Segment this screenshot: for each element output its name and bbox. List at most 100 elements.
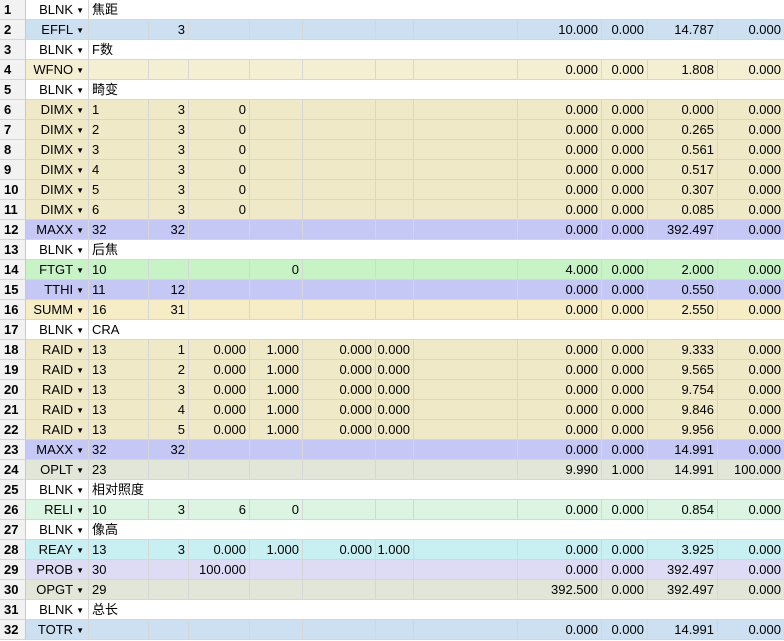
comment-cell[interactable]: 像高 (89, 520, 784, 540)
operand-cell[interactable]: 0.000 (718, 560, 784, 580)
operand-cell[interactable]: 0.000 (376, 380, 414, 400)
operand-row[interactable]: 26 RELI ▼ 10 3 6 0 0.000 0.000 0.854 0.000 (0, 500, 784, 520)
operand-cell[interactable] (250, 20, 303, 40)
operand-row[interactable]: 12 MAXX ▼ 32 32 0.000 0.000 392.497 0.000 (0, 220, 784, 240)
operand-cell[interactable]: 0.000 (602, 120, 648, 140)
operand-cell[interactable]: 3 (149, 500, 189, 520)
operand-cell[interactable] (414, 340, 518, 360)
operand-cell[interactable]: 0.000 (518, 380, 602, 400)
operand-cell[interactable]: 1.000 (250, 420, 303, 440)
operand-cell[interactable]: 0.000 (602, 560, 648, 580)
operand-cell[interactable]: 0.000 (718, 380, 784, 400)
operand-cell[interactable]: 2.550 (648, 300, 718, 320)
operand-cell[interactable]: 3 (149, 540, 189, 560)
operand-row[interactable]: 5 BLNK ▼ 畸变 (0, 80, 784, 100)
chevron-down-icon[interactable]: ▼ (76, 286, 84, 295)
operand-cell[interactable]: 32 (149, 440, 189, 460)
operand-cell[interactable] (303, 260, 376, 280)
operand-row[interactable]: 8 DIMX ▼ 3 3 0 0.000 0.000 0.561 0.000 (0, 140, 784, 160)
operand-cell[interactable] (414, 220, 518, 240)
chevron-down-icon[interactable]: ▼ (76, 6, 84, 15)
operand-cell[interactable]: 0.000 (518, 340, 602, 360)
operand-cell[interactable]: 0.000 (518, 140, 602, 160)
operand-cell[interactable] (189, 440, 250, 460)
operand-cell[interactable] (303, 180, 376, 200)
operand-cell[interactable]: 13 (89, 340, 149, 360)
operand-cell[interactable]: 0.000 (602, 300, 648, 320)
operand-cell[interactable]: 13 (89, 420, 149, 440)
operand-cell[interactable] (149, 620, 189, 640)
operand-cell[interactable] (189, 580, 250, 600)
operand-cell[interactable]: 0.000 (602, 380, 648, 400)
operand-cell[interactable]: 392.497 (648, 220, 718, 240)
operand-cell[interactable]: 0.000 (602, 400, 648, 420)
operand-row[interactable]: 11 DIMX ▼ 6 3 0 0.000 0.000 0.085 0.000 (0, 200, 784, 220)
operand-row[interactable]: 3 BLNK ▼ F数 (0, 40, 784, 60)
operand-cell[interactable]: 0.000 (189, 360, 250, 380)
operand-cell[interactable] (303, 200, 376, 220)
comment-cell[interactable]: 后焦 (89, 240, 784, 260)
operand-cell[interactable]: 0.000 (718, 580, 784, 600)
operand-cell[interactable]: 0.000 (718, 620, 784, 640)
operand-row[interactable]: 27 BLNK ▼ 像高 (0, 520, 784, 540)
operand-cell[interactable]: 0.000 (602, 180, 648, 200)
operand-cell[interactable] (376, 120, 414, 140)
chevron-down-icon[interactable]: ▼ (76, 266, 84, 275)
operand-cell[interactable] (250, 160, 303, 180)
operand-cell[interactable]: 0.000 (303, 540, 376, 560)
operand-cell[interactable]: 0.000 (718, 420, 784, 440)
operand-type-dropdown[interactable]: MAXX ▼ (26, 440, 89, 460)
operand-cell[interactable]: 29 (89, 580, 149, 600)
operand-cell[interactable]: 3 (89, 140, 149, 160)
chevron-down-icon[interactable]: ▼ (76, 106, 84, 115)
chevron-down-icon[interactable]: ▼ (76, 126, 84, 135)
operand-cell[interactable]: 14.991 (648, 460, 718, 480)
chevron-down-icon[interactable]: ▼ (76, 366, 84, 375)
operand-cell[interactable]: 0.000 (602, 160, 648, 180)
operand-type-dropdown[interactable]: REAY ▼ (26, 540, 89, 560)
chevron-down-icon[interactable]: ▼ (76, 326, 84, 335)
operand-type-dropdown[interactable]: BLNK ▼ (26, 480, 89, 500)
chevron-down-icon[interactable]: ▼ (76, 306, 84, 315)
operand-row[interactable]: 32 TOTR ▼ 0.000 0.000 14.991 0.000 (0, 620, 784, 640)
operand-cell[interactable] (250, 60, 303, 80)
operand-cell[interactable]: 0.000 (189, 380, 250, 400)
operand-row[interactable]: 14 FTGT ▼ 10 0 4.000 0.000 2.000 0.000 (0, 260, 784, 280)
operand-row[interactable]: 6 DIMX ▼ 1 3 0 0.000 0.000 0.000 0.000 (0, 100, 784, 120)
operand-cell[interactable]: 1.000 (250, 380, 303, 400)
operand-cell[interactable]: 0.000 (718, 360, 784, 380)
operand-cell[interactable]: 16 (89, 300, 149, 320)
operand-cell[interactable]: 0.000 (648, 100, 718, 120)
operand-cell[interactable]: 0.000 (602, 280, 648, 300)
operand-cell[interactable]: 0.000 (602, 220, 648, 240)
operand-cell[interactable]: 32 (89, 440, 149, 460)
operand-cell[interactable] (250, 180, 303, 200)
operand-type-dropdown[interactable]: WFNO ▼ (26, 60, 89, 80)
operand-cell[interactable]: 0.000 (518, 620, 602, 640)
comment-cell[interactable]: 焦距 (89, 0, 784, 20)
operand-cell[interactable] (250, 140, 303, 160)
operand-row[interactable]: 7 DIMX ▼ 2 3 0 0.000 0.000 0.265 0.000 (0, 120, 784, 140)
operand-cell[interactable] (303, 620, 376, 640)
operand-cell[interactable]: 10 (89, 260, 149, 280)
operand-cell[interactable]: 0.000 (602, 20, 648, 40)
operand-cell[interactable] (414, 400, 518, 420)
operand-row[interactable]: 17 BLNK ▼ CRA (0, 320, 784, 340)
operand-cell[interactable]: 0.854 (648, 500, 718, 520)
operand-type-dropdown[interactable]: RAID ▼ (26, 340, 89, 360)
operand-cell[interactable]: 0.000 (518, 400, 602, 420)
operand-cell[interactable]: 0.000 (376, 400, 414, 420)
operand-type-dropdown[interactable]: OPLT ▼ (26, 460, 89, 480)
operand-type-dropdown[interactable]: MAXX ▼ (26, 220, 89, 240)
operand-cell[interactable]: 0.000 (718, 400, 784, 420)
operand-cell[interactable]: 0.000 (189, 420, 250, 440)
operand-cell[interactable]: 3 (149, 380, 189, 400)
operand-cell[interactable] (414, 500, 518, 520)
operand-type-dropdown[interactable]: BLNK ▼ (26, 0, 89, 20)
operand-cell[interactable]: 0.000 (518, 100, 602, 120)
operand-type-dropdown[interactable]: SUMM ▼ (26, 300, 89, 320)
operand-cell[interactable]: 0.000 (518, 60, 602, 80)
operand-type-dropdown[interactable]: RAID ▼ (26, 360, 89, 380)
operand-cell[interactable]: 9.956 (648, 420, 718, 440)
operand-row[interactable]: 28 REAY ▼ 13 3 0.000 1.000 0.000 1.000 0.000 0.000… (0, 540, 784, 560)
